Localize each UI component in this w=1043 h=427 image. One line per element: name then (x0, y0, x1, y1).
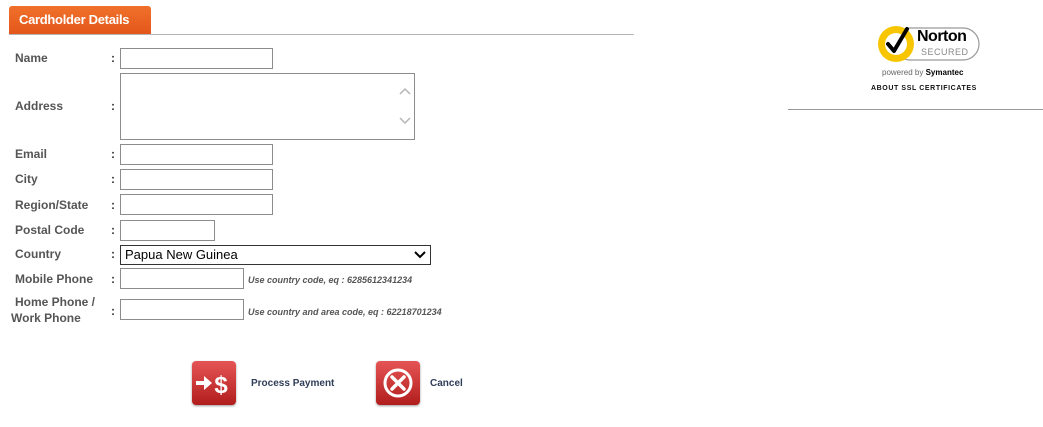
norton-powered-by: powered by Symantec (882, 68, 963, 77)
cancel-label[interactable]: Cancel (430, 378, 463, 389)
postal-code-label: Postal Code (15, 223, 85, 237)
powered-by-prefix: powered by (882, 68, 926, 77)
address-colon: : (111, 99, 115, 113)
home-phone-input[interactable] (120, 299, 244, 320)
process-payment-label[interactable]: Process Payment (251, 378, 334, 389)
country-selected-value: Papua New Guinea (125, 247, 238, 262)
mobile-phone-hint: Use country code, eq : 6285612341234 (248, 275, 413, 285)
country-label: Country (15, 247, 61, 261)
home-phone-label-line2: Work Phone (11, 311, 81, 325)
country-select[interactable]: Papua New Guinea (120, 245, 431, 265)
textarea-scroll-arrows-icon[interactable] (399, 86, 411, 126)
email-label: Email (15, 147, 48, 161)
postal-code-colon: : (111, 223, 115, 237)
country-colon: : (111, 247, 115, 261)
norton-secured: SECURED (921, 47, 969, 57)
mobile-phone-label: Mobile Phone (15, 272, 93, 286)
symantec-brand: Symantec (925, 68, 964, 77)
email-colon: : (111, 147, 115, 161)
section-divider (9, 34, 634, 35)
address-textarea[interactable] (120, 73, 415, 140)
arrow-dollar-icon: $ (196, 372, 228, 399)
region-label: Region/State (15, 198, 89, 212)
city-colon: : (111, 172, 115, 186)
city-input[interactable] (120, 169, 273, 190)
address-label: Address (15, 99, 64, 113)
name-label: Name (15, 51, 48, 65)
name-colon: : (111, 51, 115, 65)
home-phone-hint: Use country and area code, eq : 62218701… (248, 307, 442, 317)
region-colon: : (111, 198, 115, 212)
home-phone-label-line1: Home Phone / (15, 295, 96, 309)
city-label: City (15, 172, 38, 186)
cancel-button[interactable] (376, 361, 420, 405)
about-ssl-link[interactable]: ABOUT SSL CERTIFICATES (871, 85, 977, 92)
mobile-phone-colon: : (111, 272, 115, 286)
cancel-x-icon (383, 368, 413, 398)
section-title-tab: Cardholder Details (9, 6, 151, 34)
svg-text:$: $ (214, 372, 228, 399)
name-input[interactable] (120, 48, 273, 69)
mobile-phone-input[interactable] (120, 268, 244, 289)
email-input[interactable] (120, 144, 273, 165)
chevron-down-icon[interactable] (414, 250, 426, 260)
region-input[interactable] (120, 194, 273, 215)
process-payment-button[interactable]: $ (192, 361, 236, 405)
postal-code-input[interactable] (120, 220, 215, 241)
home-phone-colon: : (111, 304, 115, 318)
norton-divider (788, 109, 1043, 110)
norton-brand: Norton (917, 28, 967, 45)
